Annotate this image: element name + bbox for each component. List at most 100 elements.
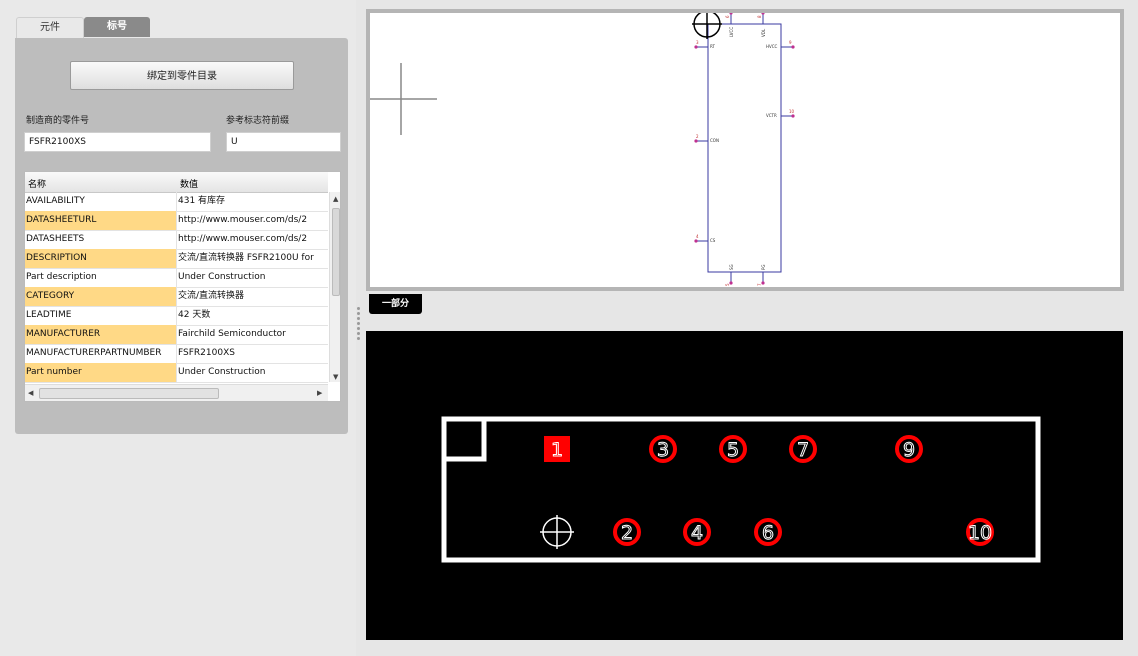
table-row[interactable]: LEADTIME 42 天数 (25, 306, 328, 326)
pad-number: 10 (968, 522, 992, 544)
pad-number: 1 (551, 439, 563, 461)
pad-number: 3 (657, 439, 669, 461)
schematic-view[interactable]: 3 RT 2 CON 4 CS 9 HVCC 10 VCTR 6 LVCC 8 VDL 5 SG 7 PG (366, 9, 1124, 291)
attribute-value[interactable]: Under Construction (176, 268, 328, 287)
pin-label: CON (710, 138, 719, 143)
grid-header: 名称 数值 (25, 172, 328, 193)
pad-9[interactable]: 9 (895, 435, 923, 463)
symbol-body[interactable] (707, 23, 782, 273)
scroll-up-icon[interactable]: ▲ (333, 195, 338, 203)
properties-panel: 元件 标号 绑定到零件目录 制造商的零件号 FSFR2100XS 参考标志符前缀… (0, 0, 356, 656)
table-row[interactable]: Part number Under Construction (25, 363, 328, 383)
refdes-prefix-label: 参考标志符前缀 (226, 116, 290, 126)
crosshair-cursor-icon (370, 63, 437, 135)
col-value-header[interactable]: 数值 (180, 177, 198, 190)
pin-label: RT (710, 44, 715, 49)
pin-number: 10 (789, 109, 795, 114)
schematic-pin[interactable]: 7 PG (757, 264, 766, 286)
horizontal-scrollbar[interactable]: ◀ ▶ (25, 384, 328, 401)
schematic-canvas: 3 RT 2 CON 4 CS 9 HVCC 10 VCTR 6 LVCC 8 VDL 5 SG 7 PG (370, 9, 795, 286)
pad-number: 5 (727, 439, 739, 461)
schematic-pin[interactable]: 5 SG (725, 264, 734, 286)
pad-number: 4 (691, 522, 703, 544)
pin-number: 4 (696, 234, 699, 239)
pad-number: 7 (797, 439, 809, 461)
scroll-left-icon[interactable]: ◀ (28, 389, 33, 397)
pin-number: 7 (757, 283, 762, 286)
part-section-badge[interactable]: 一部分 (369, 294, 422, 314)
attribute-name[interactable]: LEADTIME (25, 306, 176, 325)
attribute-value[interactable]: 交流/直流转换器 FSFR2100U for (176, 249, 328, 268)
pad-1[interactable]: 1 (544, 436, 570, 462)
attribute-value[interactable]: 431 有库存 (176, 192, 328, 211)
table-row[interactable]: MANUFACTURERPARTNUMBER FSFR2100XS (25, 344, 328, 364)
attribute-name[interactable]: Part description (25, 268, 176, 287)
attribute-name[interactable]: DATASHEETURL (25, 211, 176, 230)
pad-4[interactable]: 4 (683, 518, 711, 546)
vertical-scroll-thumb[interactable] (332, 208, 340, 296)
pad-number: 2 (621, 522, 633, 544)
schematic-pin[interactable]: 8 VDL (757, 11, 766, 37)
pin-label: CS (710, 238, 716, 243)
bind-to-catalog-button[interactable]: 绑定到零件目录 (70, 61, 294, 90)
schematic-pin[interactable]: 10 VCTR (766, 109, 795, 118)
attribute-value[interactable]: 交流/直流转换器 (176, 287, 328, 306)
table-row[interactable]: MANUFACTURER Fairchild Semiconductor (25, 325, 328, 345)
pin-end-dot (791, 45, 795, 49)
attribute-name[interactable]: MANUFACTURERPARTNUMBER (25, 344, 176, 363)
attribute-name[interactable]: AVAILABILITY (25, 192, 176, 211)
vertical-scrollbar[interactable]: ▲ ▼ (329, 192, 340, 382)
pad-number: 6 (762, 522, 774, 544)
attribute-value[interactable]: 42 天数 (176, 306, 328, 325)
schematic-pin[interactable]: 4 CS (694, 234, 716, 243)
attribute-name[interactable]: Part number (25, 363, 176, 382)
attribute-name[interactable]: DATASHEETS (25, 230, 176, 249)
tab-components[interactable]: 元件 (16, 17, 84, 38)
attribute-name[interactable]: MANUFACTURER (25, 325, 176, 344)
refdes-prefix-input[interactable]: U (226, 132, 341, 152)
horizontal-scroll-thumb[interactable] (39, 388, 219, 399)
pin-label: LVCC (729, 27, 734, 37)
tab-labels[interactable]: 标号 (84, 17, 150, 37)
pin-end-dot (761, 11, 765, 15)
table-row[interactable]: CATEGORY 交流/直流转换器 (25, 287, 328, 307)
footprint-canvas: 1 2 3 4 5 6 7 9 10 (441, 416, 1041, 563)
pin-number: 6 (725, 15, 730, 18)
table-row[interactable]: DATASHEETS http://www.mouser.com/ds/2 (25, 230, 328, 250)
pad-number: 9 (903, 439, 915, 461)
origin-marker-icon (692, 9, 722, 39)
pad-7[interactable]: 7 (789, 435, 817, 463)
schematic-pin[interactable]: 2 CON (694, 134, 719, 143)
footprint-view[interactable]: 1 2 3 4 5 6 7 9 10 (366, 331, 1123, 640)
panel-splitter[interactable] (354, 305, 362, 345)
table-row[interactable]: AVAILABILITY 431 有库存 (25, 192, 328, 212)
pad-3[interactable]: 3 (649, 435, 677, 463)
pin-end-dot (694, 45, 698, 49)
attribute-name[interactable]: CATEGORY (25, 287, 176, 306)
pad-6[interactable]: 6 (754, 518, 782, 546)
attribute-name[interactable]: DESCRIPTION (25, 249, 176, 268)
attribute-value[interactable]: http://www.mouser.com/ds/2 (176, 211, 328, 230)
attribute-value[interactable]: Under Construction (176, 363, 328, 382)
attribute-value[interactable]: FSFR2100XS (176, 344, 328, 363)
pin-number: 8 (757, 15, 762, 18)
table-row[interactable]: DATASHEETURL http://www.mouser.com/ds/2 (25, 211, 328, 231)
scroll-right-icon[interactable]: ▶ (317, 389, 322, 397)
col-name-header[interactable]: 名称 (28, 177, 46, 190)
footprint-origin-icon (540, 515, 574, 549)
pin-label: HVCC (766, 44, 778, 49)
pin-end-dot (791, 114, 795, 118)
pad-10[interactable]: 10 (966, 518, 994, 546)
pad-2[interactable]: 2 (613, 518, 641, 546)
schematic-pin[interactable]: 6 LVCC (725, 11, 734, 37)
mfr-part-input[interactable]: FSFR2100XS (24, 132, 211, 152)
attribute-value[interactable]: http://www.mouser.com/ds/2 (176, 230, 328, 249)
table-row[interactable]: Part description Under Construction (25, 268, 328, 288)
pin-number: 9 (789, 40, 792, 45)
table-row[interactable]: DESCRIPTION 交流/直流转换器 FSFR2100U for (25, 249, 328, 269)
scroll-down-icon[interactable]: ▼ (333, 373, 338, 381)
attribute-value[interactable]: Fairchild Semiconductor (176, 325, 328, 344)
pad-5[interactable]: 5 (719, 435, 747, 463)
schematic-pin[interactable]: 9 HVCC (766, 40, 795, 49)
schematic-pin[interactable]: 3 RT (694, 40, 715, 49)
